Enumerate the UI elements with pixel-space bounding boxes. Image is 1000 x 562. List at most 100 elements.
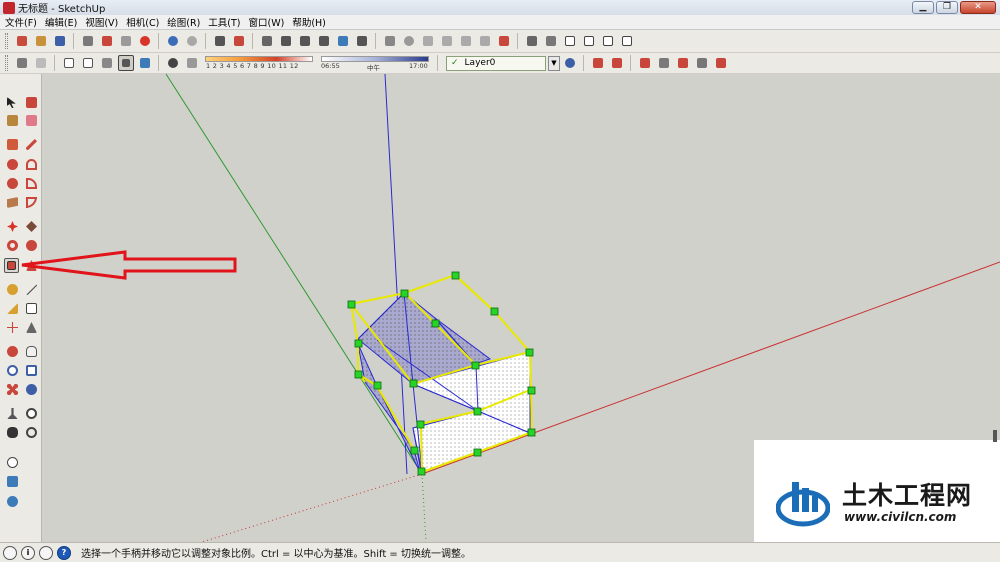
menu-tools[interactable]: 工具(T) (206, 15, 246, 29)
monochrome-icon[interactable] (137, 55, 153, 71)
fog-icon[interactable] (184, 55, 200, 71)
scale-grip[interactable] (471, 361, 480, 370)
union-icon[interactable] (656, 55, 672, 71)
walk-icon[interactable] (5, 425, 20, 440)
scale-grip[interactable] (527, 428, 536, 437)
house-icon[interactable] (562, 33, 578, 49)
move-icon[interactable] (5, 219, 20, 234)
orbit-icon[interactable] (5, 344, 20, 359)
text-label-icon[interactable] (24, 301, 39, 316)
add-detail-icon[interactable] (458, 33, 474, 49)
follow-me-icon[interactable] (24, 195, 39, 210)
scale-grip[interactable] (431, 319, 440, 328)
shadows-toggle-icon[interactable] (165, 55, 181, 71)
cut-icon[interactable] (80, 33, 96, 49)
info-icon[interactable]: i (21, 545, 35, 560)
camera-front-icon[interactable] (297, 33, 313, 49)
zoom-window-icon[interactable] (24, 363, 39, 378)
camera-back-icon[interactable] (335, 33, 351, 49)
zoom-extents-icon[interactable] (5, 382, 20, 397)
menu-draw[interactable]: 绘图(R) (165, 15, 206, 29)
wireframe-icon[interactable] (61, 55, 77, 71)
camera-top-icon[interactable] (278, 33, 294, 49)
scale-grip[interactable] (409, 379, 418, 388)
flip-edge-icon[interactable] (477, 33, 493, 49)
shadow-month-slider[interactable]: 1 2 3 4 5 6 7 8 9 10 11 12 (205, 55, 313, 71)
menu-view[interactable]: 视图(V) (83, 15, 124, 29)
make-component-icon[interactable] (24, 95, 39, 110)
scale-grip[interactable] (490, 307, 499, 316)
share-component-icon[interactable] (619, 33, 635, 49)
new-file-icon[interactable] (14, 33, 30, 49)
paint-bucket-icon[interactable] (5, 113, 20, 128)
pan-hand-icon[interactable] (24, 344, 39, 359)
menu-help[interactable]: 帮助(H) (290, 15, 332, 29)
credits-user-icon[interactable] (39, 545, 53, 560)
menu-edit[interactable]: 编辑(E) (43, 15, 83, 29)
menu-file[interactable]: 文件(F) (3, 15, 43, 29)
sandbox-smoove-icon[interactable] (5, 494, 20, 509)
help-icon[interactable]: ? (57, 545, 71, 560)
xray-icon[interactable] (14, 55, 30, 71)
redo-icon[interactable] (184, 33, 200, 49)
stamp-icon[interactable] (420, 33, 436, 49)
sandbox-contour-icon[interactable] (5, 455, 20, 470)
dimension-icon[interactable] (24, 282, 39, 297)
model-info-icon[interactable] (231, 33, 247, 49)
layer-dropdown-button[interactable]: ▼ (548, 55, 560, 71)
terrain-icon[interactable] (496, 33, 512, 49)
rectangle-icon[interactable] (5, 137, 20, 152)
toolbar-grip[interactable] (5, 55, 8, 71)
get-models-icon[interactable] (600, 33, 616, 49)
viewport-scroll-thumb[interactable] (993, 430, 997, 442)
sandbox-scratch-icon[interactable] (5, 474, 20, 489)
zoom-icon[interactable] (5, 363, 20, 378)
scale-grip[interactable] (410, 446, 419, 455)
axes-icon[interactable] (5, 320, 20, 335)
scale-grip[interactable] (354, 370, 363, 379)
menu-window[interactable]: 窗口(W) (247, 15, 291, 29)
scale-grip[interactable] (525, 348, 534, 357)
trim-icon[interactable] (694, 55, 710, 71)
camera-right-icon[interactable] (316, 33, 332, 49)
scale-grip[interactable] (347, 300, 356, 309)
erase-icon[interactable] (137, 33, 153, 49)
layer-select[interactable]: ✓ Layer0 (446, 55, 546, 71)
layer-manager-icon[interactable] (562, 55, 578, 71)
scale-grip[interactable] (417, 467, 426, 476)
scale-grip[interactable] (354, 339, 363, 348)
section-plane-icon[interactable] (590, 55, 606, 71)
shaded-icon[interactable] (99, 55, 115, 71)
toolbar-grip[interactable] (5, 33, 8, 49)
warehouse-icon[interactable] (524, 33, 540, 49)
scale-grip[interactable] (400, 289, 409, 298)
menu-camera[interactable]: 相机(C) (124, 15, 165, 29)
hidden-line-icon[interactable] (80, 55, 96, 71)
previous-view-icon[interactable] (24, 382, 39, 397)
freehand-icon[interactable] (24, 176, 39, 191)
scale-tool-icon[interactable] (4, 258, 19, 273)
scale-grip[interactable] (416, 420, 425, 429)
sandbox-icon[interactable] (24, 258, 39, 273)
geolocation-icon[interactable] (3, 545, 17, 560)
save-icon[interactable] (52, 33, 68, 49)
intersect-icon[interactable] (637, 55, 653, 71)
3d-text-icon[interactable] (24, 320, 39, 335)
circle-icon[interactable] (5, 157, 20, 172)
open-file-icon[interactable] (33, 33, 49, 49)
camera-left-icon[interactable] (354, 33, 370, 49)
rotate-icon[interactable] (5, 238, 20, 253)
components-icon[interactable] (543, 33, 559, 49)
camera-iso-icon[interactable] (259, 33, 275, 49)
shadow-time-slider[interactable]: 06:55 中午 17:00 (321, 55, 429, 72)
look-around-icon[interactable] (24, 406, 39, 421)
undo-icon[interactable] (165, 33, 181, 49)
paste-icon[interactable] (118, 33, 134, 49)
subtract-icon[interactable] (675, 55, 691, 71)
share-model-icon[interactable] (581, 33, 597, 49)
copy-icon[interactable] (99, 33, 115, 49)
push-pull-icon[interactable] (5, 195, 20, 210)
back-edges-icon[interactable] (33, 55, 49, 71)
protractor-icon[interactable] (5, 301, 20, 316)
polygon-icon[interactable] (5, 176, 20, 191)
